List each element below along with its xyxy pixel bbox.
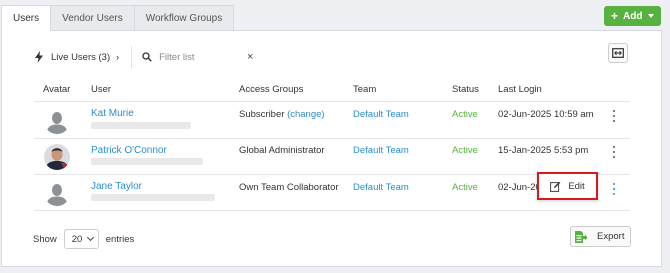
header-status[interactable]: Status <box>452 84 479 95</box>
last-login: 02-Jun-2025 10:59 am <box>498 109 594 120</box>
access-group-cell: Subscriber (change) <box>239 109 325 120</box>
redacted-email <box>91 158 203 165</box>
expand-icon <box>612 48 624 58</box>
export-label: Export <box>597 231 625 242</box>
user-name-link[interactable]: Patrick O'Connor <box>91 145 167 156</box>
status-badge: Active <box>452 145 478 156</box>
header-team[interactable]: Team <box>353 84 376 95</box>
access-group-text: Global Administrator <box>239 145 325 156</box>
edit-menu-item[interactable]: Edit <box>537 172 598 200</box>
show-label: Show <box>33 233 57 245</box>
redacted-email <box>91 194 215 201</box>
plus-icon: + <box>611 9 619 23</box>
team-link[interactable]: Default Team <box>353 182 409 193</box>
export-button[interactable]: Export <box>570 226 631 247</box>
live-users-button[interactable]: Live Users (3) <box>51 52 110 63</box>
redacted-email <box>91 122 191 129</box>
divider <box>131 46 133 68</box>
tab-vendor-users[interactable]: Vendor Users <box>50 5 135 30</box>
header-avatar: Avatar <box>43 84 71 95</box>
divider <box>34 210 630 211</box>
status-badge: Active <box>452 182 478 193</box>
user-photo <box>44 144 70 170</box>
row-menu-icon[interactable] <box>612 146 616 158</box>
avatar <box>44 108 70 134</box>
tab-users[interactable]: Users <box>1 5 52 31</box>
entries-value: 20 <box>71 233 83 245</box>
chevron-right-icon[interactable]: › <box>116 52 119 62</box>
filter-input[interactable]: Filter list <box>159 52 272 63</box>
spreadsheet-export-icon <box>575 230 588 243</box>
access-group-text: Subscriber <box>239 109 285 120</box>
entries-label: entries <box>105 233 135 245</box>
caret-down-icon <box>648 14 655 18</box>
person-placeholder-icon <box>44 108 70 134</box>
row-menu-icon[interactable] <box>612 110 616 122</box>
page-size-control: Show 20 entries <box>33 229 134 249</box>
status-badge: Active <box>452 109 478 120</box>
user-name-link[interactable]: Kat Murie <box>91 108 134 119</box>
user-name-link[interactable]: Jane Taylor <box>91 181 142 192</box>
toolbar: Live Users (3) › Filter list × <box>34 46 272 68</box>
chevron-down-icon <box>87 233 95 242</box>
last-login: 15-Jan-2025 5:53 pm <box>498 145 589 156</box>
expand-columns-button[interactable] <box>608 43 628 63</box>
divider <box>34 101 630 102</box>
header-access-groups[interactable]: Access Groups <box>239 84 303 95</box>
clear-filter-icon[interactable]: × <box>247 51 253 63</box>
row-menu-icon[interactable] <box>612 183 616 195</box>
team-link[interactable]: Default Team <box>353 109 409 120</box>
avatar <box>44 180 70 206</box>
header-last-login[interactable]: Last Login <box>498 84 542 95</box>
tab-workflow-groups[interactable]: Workflow Groups <box>133 5 235 30</box>
lightning-icon <box>35 51 43 63</box>
access-group-text: Own Team Collaborator <box>239 182 339 193</box>
edit-icon <box>550 181 561 192</box>
tab-bar: Users Vendor Users Workflow Groups <box>1 5 235 31</box>
header-user[interactable]: User <box>91 84 111 95</box>
add-button-label: Add <box>623 10 643 22</box>
change-link[interactable]: (change) <box>287 109 325 120</box>
avatar <box>44 144 70 170</box>
edit-label: Edit <box>568 180 585 192</box>
person-placeholder-icon <box>44 180 70 206</box>
entries-select[interactable]: 20 <box>63 229 99 249</box>
team-link[interactable]: Default Team <box>353 145 409 156</box>
add-button[interactable]: + Add <box>604 6 661 26</box>
search-icon <box>142 52 152 62</box>
divider <box>34 138 630 139</box>
